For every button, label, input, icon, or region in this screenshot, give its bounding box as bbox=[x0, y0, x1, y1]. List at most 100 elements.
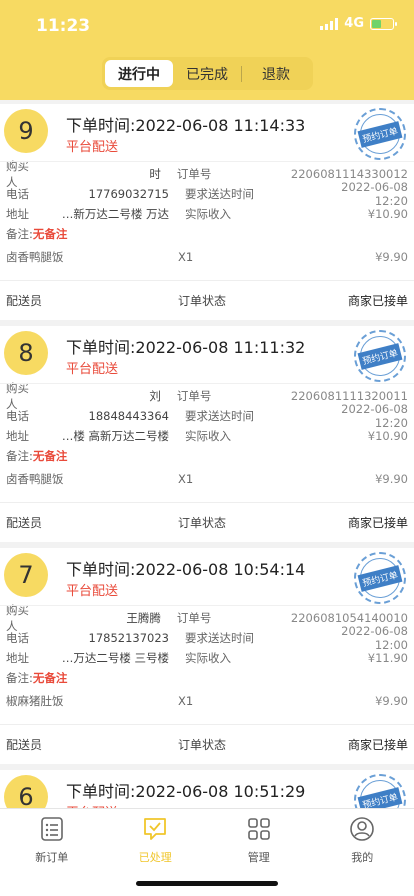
status-time: 11:23 bbox=[36, 16, 91, 36]
address-label: 地址 bbox=[6, 429, 29, 443]
order-card-header: 9 下单时间:2022-06-08 11:14:33 平台配送 预约订单 bbox=[0, 104, 414, 162]
tab-in-progress[interactable]: 进行中 bbox=[105, 60, 173, 87]
order-time: 下单时间:2022-06-08 10:51:29 bbox=[66, 782, 306, 801]
phone-label: 电话 bbox=[6, 631, 29, 645]
delivery-type: 平台配送 bbox=[66, 362, 119, 377]
order-time: 下单时间:2022-06-08 11:11:32 bbox=[66, 338, 306, 357]
battery-icon bbox=[370, 17, 397, 30]
item-price: ¥9.90 bbox=[375, 694, 408, 708]
order-card[interactable]: 6 下单时间:2022-06-08 10:51:29 平台配送 预约订单 购买人… bbox=[0, 770, 414, 808]
stamp-text: 预约订单 bbox=[357, 564, 403, 592]
order-no-label: 订单号 bbox=[176, 611, 212, 625]
note-label: 备注: bbox=[6, 671, 33, 685]
income-value: ¥11.90 bbox=[367, 651, 408, 665]
note-value: 无备注 bbox=[32, 671, 68, 685]
income-value: ¥10.90 bbox=[367, 429, 408, 443]
list-icon bbox=[40, 817, 63, 841]
reservation-stamp-icon: 预约订单 bbox=[354, 774, 406, 808]
note-row: 备注: 无备注 bbox=[6, 224, 408, 244]
item-name: 卤香鸭腿饭 bbox=[6, 472, 64, 486]
order-card-header: 6 下单时间:2022-06-08 10:51:29 平台配送 预约订单 bbox=[0, 770, 414, 808]
order-item: 椒麻猪肚饭 X1 ¥9.90 bbox=[6, 688, 408, 714]
required-time-value: 2022-06-08 12:00 bbox=[341, 624, 408, 652]
reservation-stamp-icon: 预约订单 bbox=[354, 552, 406, 604]
address-value: …新万达二号楼 万达 bbox=[61, 207, 169, 221]
tabbar-label: 已处理 bbox=[138, 851, 172, 864]
tab-refund[interactable]: 退款 bbox=[242, 60, 310, 87]
item-quantity: X1 bbox=[178, 472, 194, 486]
address-value: …楼 高新万达二号楼 bbox=[61, 429, 169, 443]
order-card[interactable]: 8 下单时间:2022-06-08 11:11:32 平台配送 预约订单 购买人… bbox=[0, 326, 414, 542]
buyer-value: 时 bbox=[149, 167, 161, 181]
phone-value[interactable]: 17852137023 bbox=[36, 631, 169, 645]
address-label: 地址 bbox=[6, 207, 29, 221]
order-no-label: 订单号 bbox=[176, 167, 212, 181]
note-row: 备注: 无备注 bbox=[6, 668, 408, 688]
order-no-value: 2206081111320011 bbox=[290, 389, 408, 403]
detail-row: 地址 …万达二号楼 三号楼 实际收入 ¥11.90 bbox=[6, 648, 408, 668]
courier-label: 配送员 bbox=[6, 738, 43, 752]
detail-row: 地址 …楼 高新万达二号楼 实际收入 ¥10.90 bbox=[6, 426, 408, 446]
phone-value[interactable]: 18848443364 bbox=[36, 409, 169, 423]
stamp-text: 预约订单 bbox=[357, 342, 403, 370]
tabbar-label: 我的 bbox=[351, 851, 374, 864]
order-item: 卤香鸭腿饭 X1 ¥9.90 bbox=[6, 466, 408, 492]
signal-icon bbox=[320, 17, 339, 30]
item-name: 卤香鸭腿饭 bbox=[6, 250, 64, 264]
order-list[interactable]: 9 下单时间:2022-06-08 11:14:33 平台配送 预约订单 购买人… bbox=[0, 100, 414, 808]
address-label: 地址 bbox=[6, 651, 29, 665]
order-status-value: 商家已接单 bbox=[347, 516, 408, 530]
order-card-header: 7 下单时间:2022-06-08 10:54:14 平台配送 预约订单 bbox=[0, 548, 414, 606]
grid-icon bbox=[247, 818, 270, 840]
order-sequence-number: 8 bbox=[4, 331, 48, 375]
order-item: 卤香鸭腿饭 X1 ¥9.90 bbox=[6, 244, 408, 270]
user-icon bbox=[350, 817, 375, 841]
order-card[interactable]: 7 下单时间:2022-06-08 10:54:14 平台配送 预约订单 购买人… bbox=[0, 548, 414, 764]
order-status-label: 订单状态 bbox=[178, 294, 227, 308]
order-time: 下单时间:2022-06-08 11:14:33 bbox=[66, 116, 306, 135]
income-label: 实际收入 bbox=[185, 207, 231, 221]
reservation-stamp-icon: 预约订单 bbox=[354, 330, 406, 382]
order-details: 购买人 王腾腾 订单号 2206081054140010 电话 17852137… bbox=[0, 603, 414, 714]
order-status-label: 订单状态 bbox=[178, 738, 227, 752]
order-details: 购买人 刘 订单号 2206081111320011 电话 1884844336… bbox=[0, 381, 414, 492]
item-price: ¥9.90 bbox=[375, 472, 408, 486]
order-time: 下单时间:2022-06-08 10:54:14 bbox=[66, 560, 306, 579]
detail-row: 电话 17769032715 要求送达时间 2022-06-08 12:20 bbox=[6, 180, 408, 208]
header: 11:23 4G 进行中 已完成 退款 bbox=[0, 0, 414, 100]
income-value: ¥10.90 bbox=[367, 207, 408, 221]
order-details: 购买人 时 订单号 2206081114330012 电话 1776903271… bbox=[0, 159, 414, 270]
income-label: 实际收入 bbox=[185, 429, 231, 443]
status-indicators: 4G bbox=[320, 16, 397, 31]
order-footer: 配送员 订单状态 商家已接单 bbox=[0, 502, 414, 542]
order-footer: 配送员 订单状态 商家已接单 bbox=[0, 724, 414, 764]
home-indicator bbox=[136, 881, 278, 886]
stamp-text: 预约订单 bbox=[357, 120, 403, 148]
courier-label: 配送员 bbox=[6, 516, 43, 530]
order-status-label: 订单状态 bbox=[178, 516, 227, 530]
reservation-stamp-icon: 预约订单 bbox=[354, 108, 406, 160]
order-footer: 配送员 订单状态 商家已接单 bbox=[0, 280, 414, 320]
required-time-label: 要求送达时间 bbox=[185, 631, 254, 645]
tabbar-profile[interactable]: 我的 bbox=[311, 809, 414, 896]
required-time-label: 要求送达时间 bbox=[185, 187, 254, 201]
tab-completed[interactable]: 已完成 bbox=[173, 60, 241, 87]
detail-row: 电话 17852137023 要求送达时间 2022-06-08 12:00 bbox=[6, 624, 408, 652]
income-label: 实际收入 bbox=[185, 651, 231, 665]
detail-row: 地址 …新万达二号楼 万达 实际收入 ¥10.90 bbox=[6, 204, 408, 224]
courier-label: 配送员 bbox=[6, 294, 43, 308]
order-card-header: 8 下单时间:2022-06-08 11:11:32 平台配送 预约订单 bbox=[0, 326, 414, 384]
order-sequence-number: 6 bbox=[4, 775, 48, 808]
note-row: 备注: 无备注 bbox=[6, 446, 408, 466]
detail-row: 电话 18848443364 要求送达时间 2022-06-08 12:20 bbox=[6, 402, 408, 430]
required-time-label: 要求送达时间 bbox=[185, 409, 254, 423]
phone-label: 电话 bbox=[6, 409, 29, 423]
tabbar-label: 管理 bbox=[247, 851, 270, 864]
order-no-value: 2206081054140010 bbox=[290, 611, 408, 625]
phone-value[interactable]: 17769032715 bbox=[36, 187, 169, 201]
tabbar-new-orders[interactable]: 新订单 bbox=[0, 809, 104, 896]
order-sequence-number: 7 bbox=[4, 553, 48, 597]
tabbar-label: 新订单 bbox=[35, 851, 69, 864]
order-card[interactable]: 9 下单时间:2022-06-08 11:14:33 平台配送 预约订单 购买人… bbox=[0, 104, 414, 320]
network-type: 4G bbox=[344, 16, 364, 31]
